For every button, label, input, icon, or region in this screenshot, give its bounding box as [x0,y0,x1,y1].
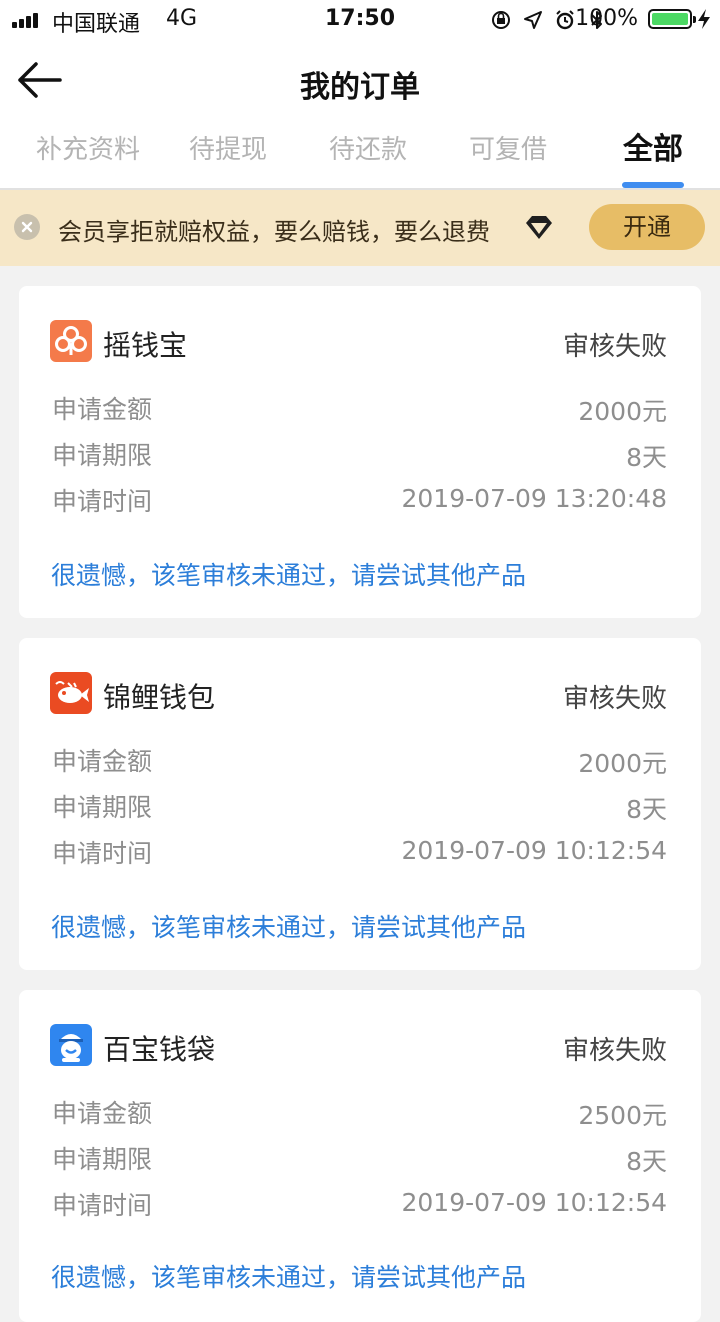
close-banner-button[interactable] [14,214,40,240]
tab-reborrowable[interactable]: 可复借 [458,130,558,184]
diamond-vip-icon [526,216,552,239]
order-tabs: 补充资料 待提现 待还款 可复借 全部 [0,124,720,190]
time-value: 2019-07-09 13:20:48 [401,484,667,513]
tab-supplement-info[interactable]: 补充资料 [28,130,148,184]
term-value: 8天 [626,443,667,472]
clover-logo-icon [50,320,92,362]
amount-label: 申请金额 [52,1099,153,1128]
time-value: 2019-07-09 10:12:54 [401,836,667,865]
amount-value: 2000元 [578,397,667,426]
activate-membership-button[interactable]: 开通 [589,204,705,250]
order-status: 审核失败 [562,1036,667,1066]
active-tab-indicator [622,182,684,188]
product-name: 百宝钱袋 [103,1033,216,1066]
tab-pending-withdrawal[interactable]: 待提现 [178,130,278,184]
rejection-message[interactable]: 很遗憾，该笔审核未通过，请尝试其他产品 [51,556,526,592]
product-name: 锦鲤钱包 [103,681,216,714]
product-name: 摇钱宝 [103,329,188,362]
term-value: 8天 [626,1147,667,1176]
orientation-lock-icon [490,9,512,31]
rejection-message[interactable]: 很遗憾，该笔审核未通过，请尝试其他产品 [51,1258,526,1294]
amount-label: 申请金额 [52,747,153,776]
order-status: 审核失败 [562,684,667,714]
banner-text: 会员享拒就赔权益，要么赔钱，要么退费 [58,218,490,246]
close-icon [21,221,33,233]
tab-all[interactable]: 全部 [608,130,698,184]
time-value: 2019-07-09 10:12:54 [401,1188,667,1217]
koi-fish-logo-icon [50,672,92,714]
mascot-face-logo-icon [50,1024,92,1066]
term-label: 申请期限 [52,441,153,470]
order-status: 审核失败 [562,332,667,362]
location-arrow-icon [522,9,544,31]
amount-value: 2500元 [578,1101,667,1130]
navigation-header: 我的订单 [0,40,720,124]
battery-percent: 100% [575,6,638,31]
term-label: 申请期限 [52,793,153,822]
tab-pending-repayment[interactable]: 待还款 [318,130,418,184]
membership-banner: 会员享拒就赔权益，要么赔钱，要么退费 开通 [0,190,720,266]
time-label: 申请时间 [52,1191,153,1220]
term-value: 8天 [626,795,667,824]
time-label: 申请时间 [52,487,153,516]
order-card[interactable]: 摇钱宝 审核失败 申请金额 2000元 申请期限 8天 申请时间 2019-07… [19,286,701,618]
rejection-message[interactable]: 很遗憾，该笔审核未通过，请尝试其他产品 [51,908,526,944]
status-bar: 中国联通 4G 17:50 100% [0,0,720,40]
amount-label: 申请金额 [52,395,153,424]
time-label: 申请时间 [52,839,153,868]
order-card[interactable]: 百宝钱袋 审核失败 申请金额 2500元 申请期限 8天 申请时间 2019-0… [19,990,701,1322]
order-card[interactable]: 锦鲤钱包 审核失败 申请金额 2000元 申请期限 8天 申请时间 2019-0… [19,638,701,970]
term-label: 申请期限 [52,1145,153,1174]
page-title: 我的订单 [300,70,420,105]
alarm-clock-icon [554,9,576,31]
charging-bolt-icon [698,9,710,29]
battery-icon [648,9,696,29]
amount-value: 2000元 [578,749,667,778]
